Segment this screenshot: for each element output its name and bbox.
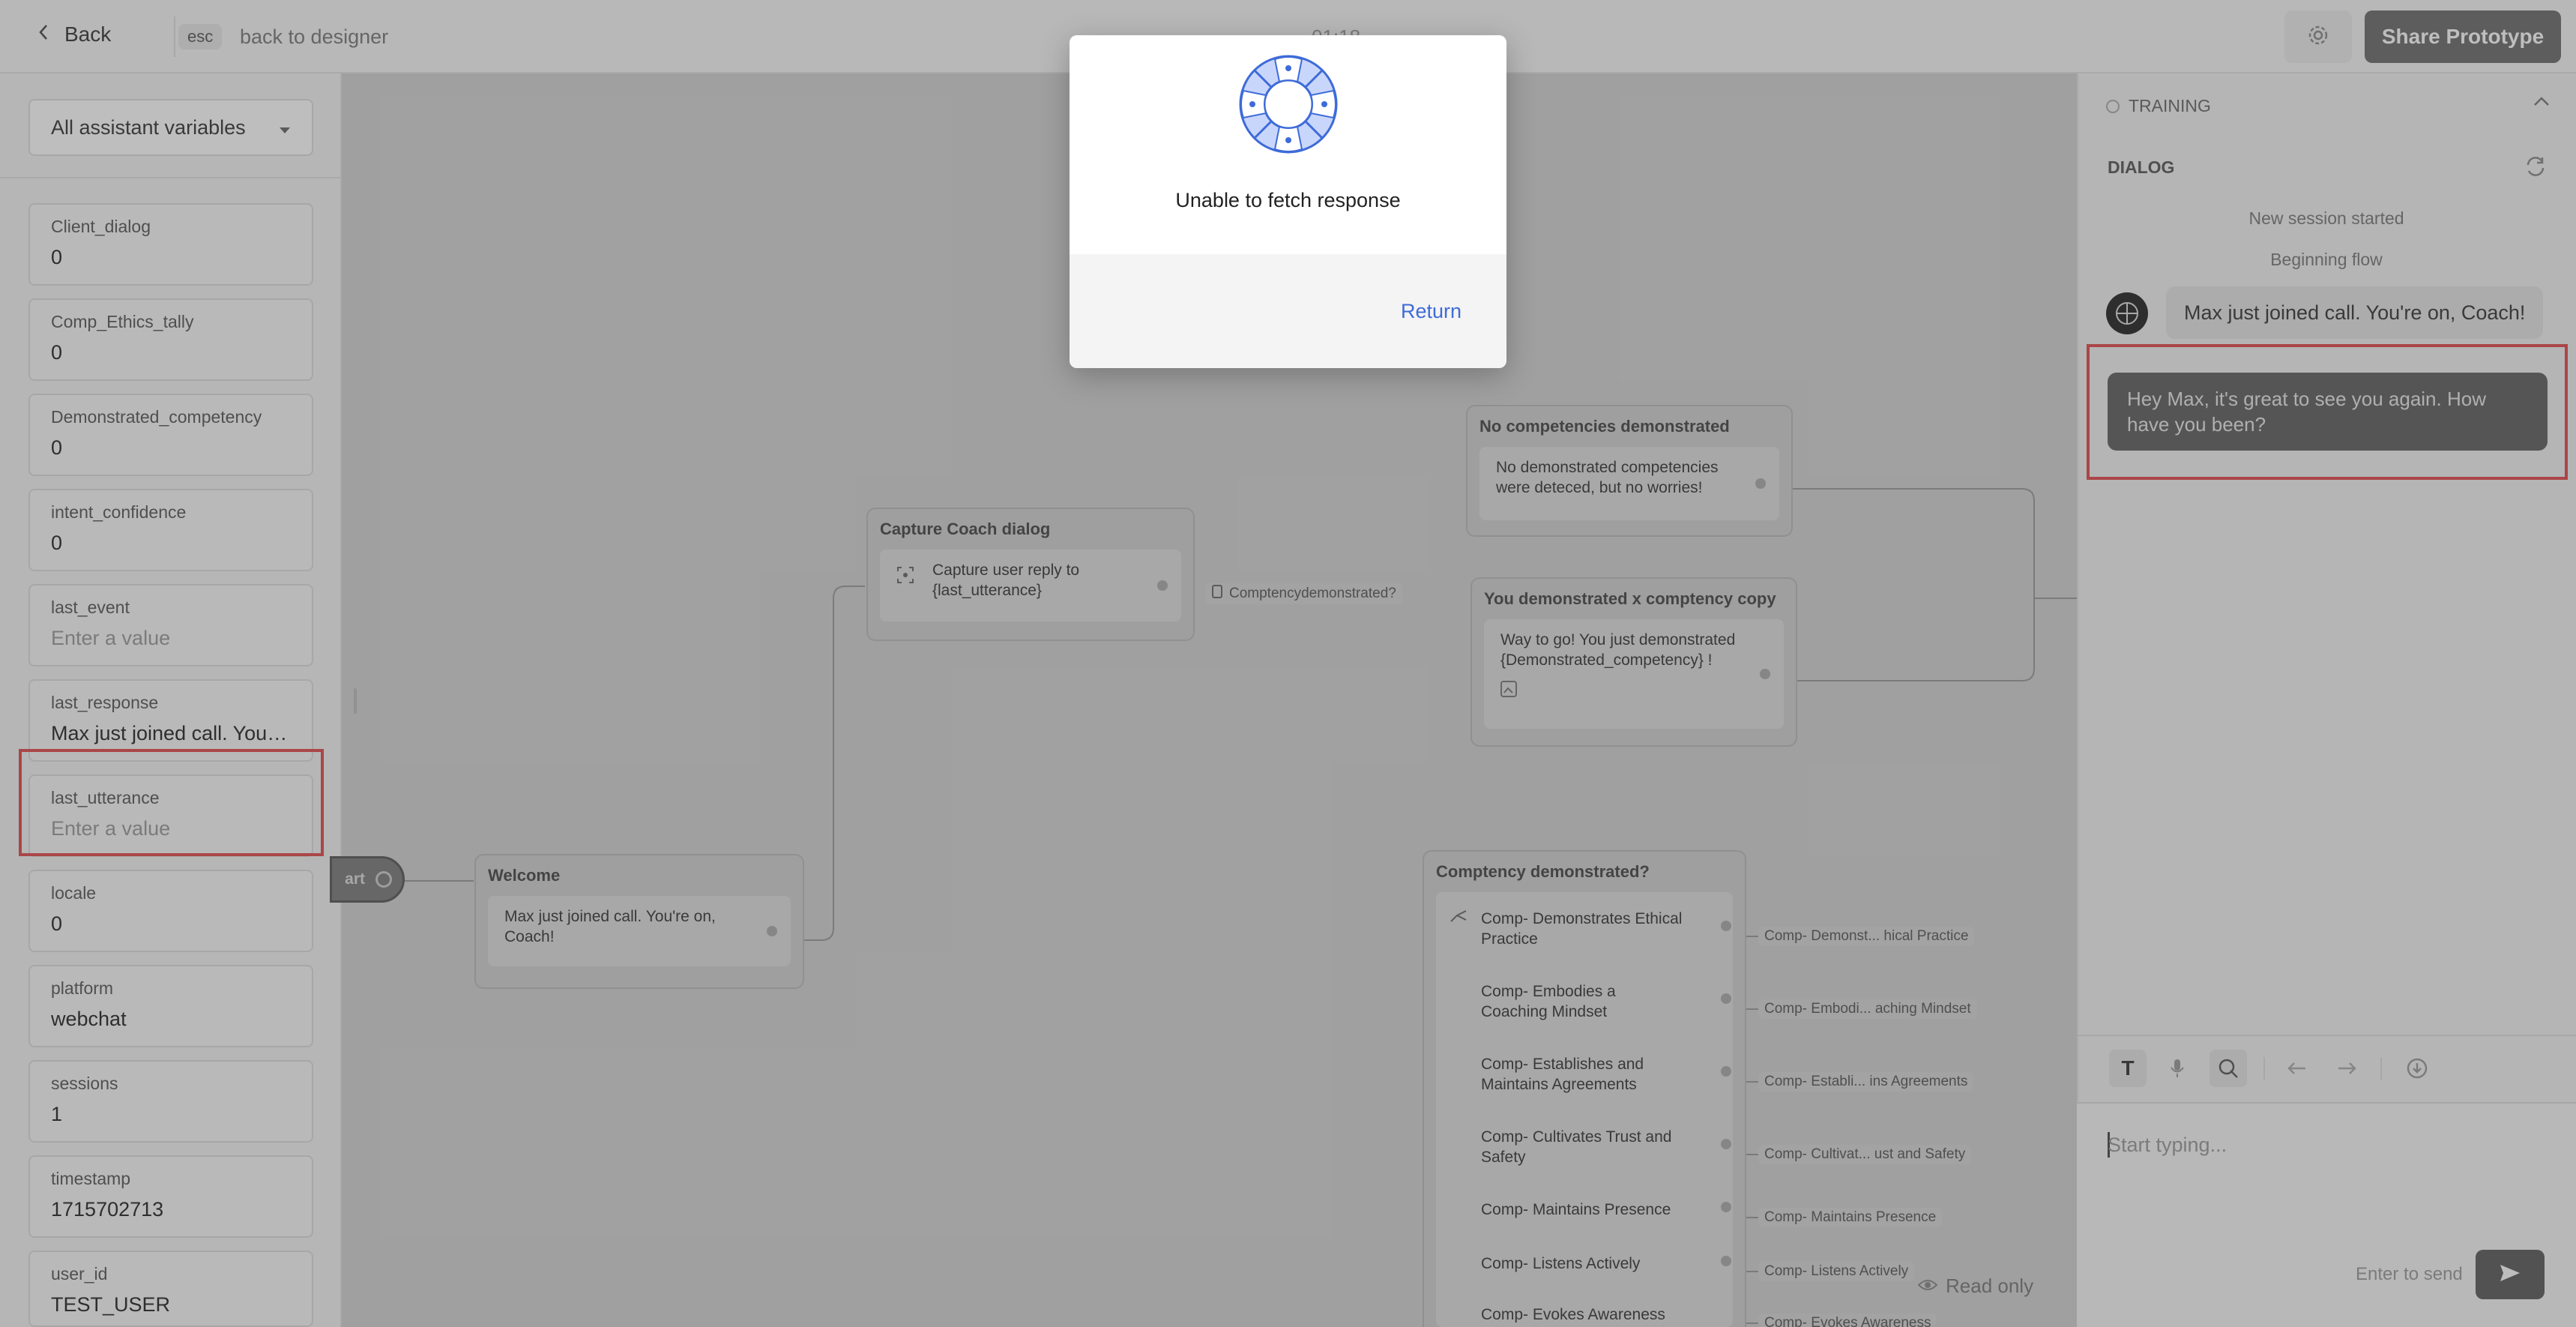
lifebuoy-icon [1236,52,1341,160]
modal-message: Unable to fetch response [1175,189,1401,211]
return-button[interactable]: Return [1401,300,1462,323]
modal-footer: Return [1070,254,1506,368]
error-modal: Unable to fetch response Return [1070,35,1506,368]
